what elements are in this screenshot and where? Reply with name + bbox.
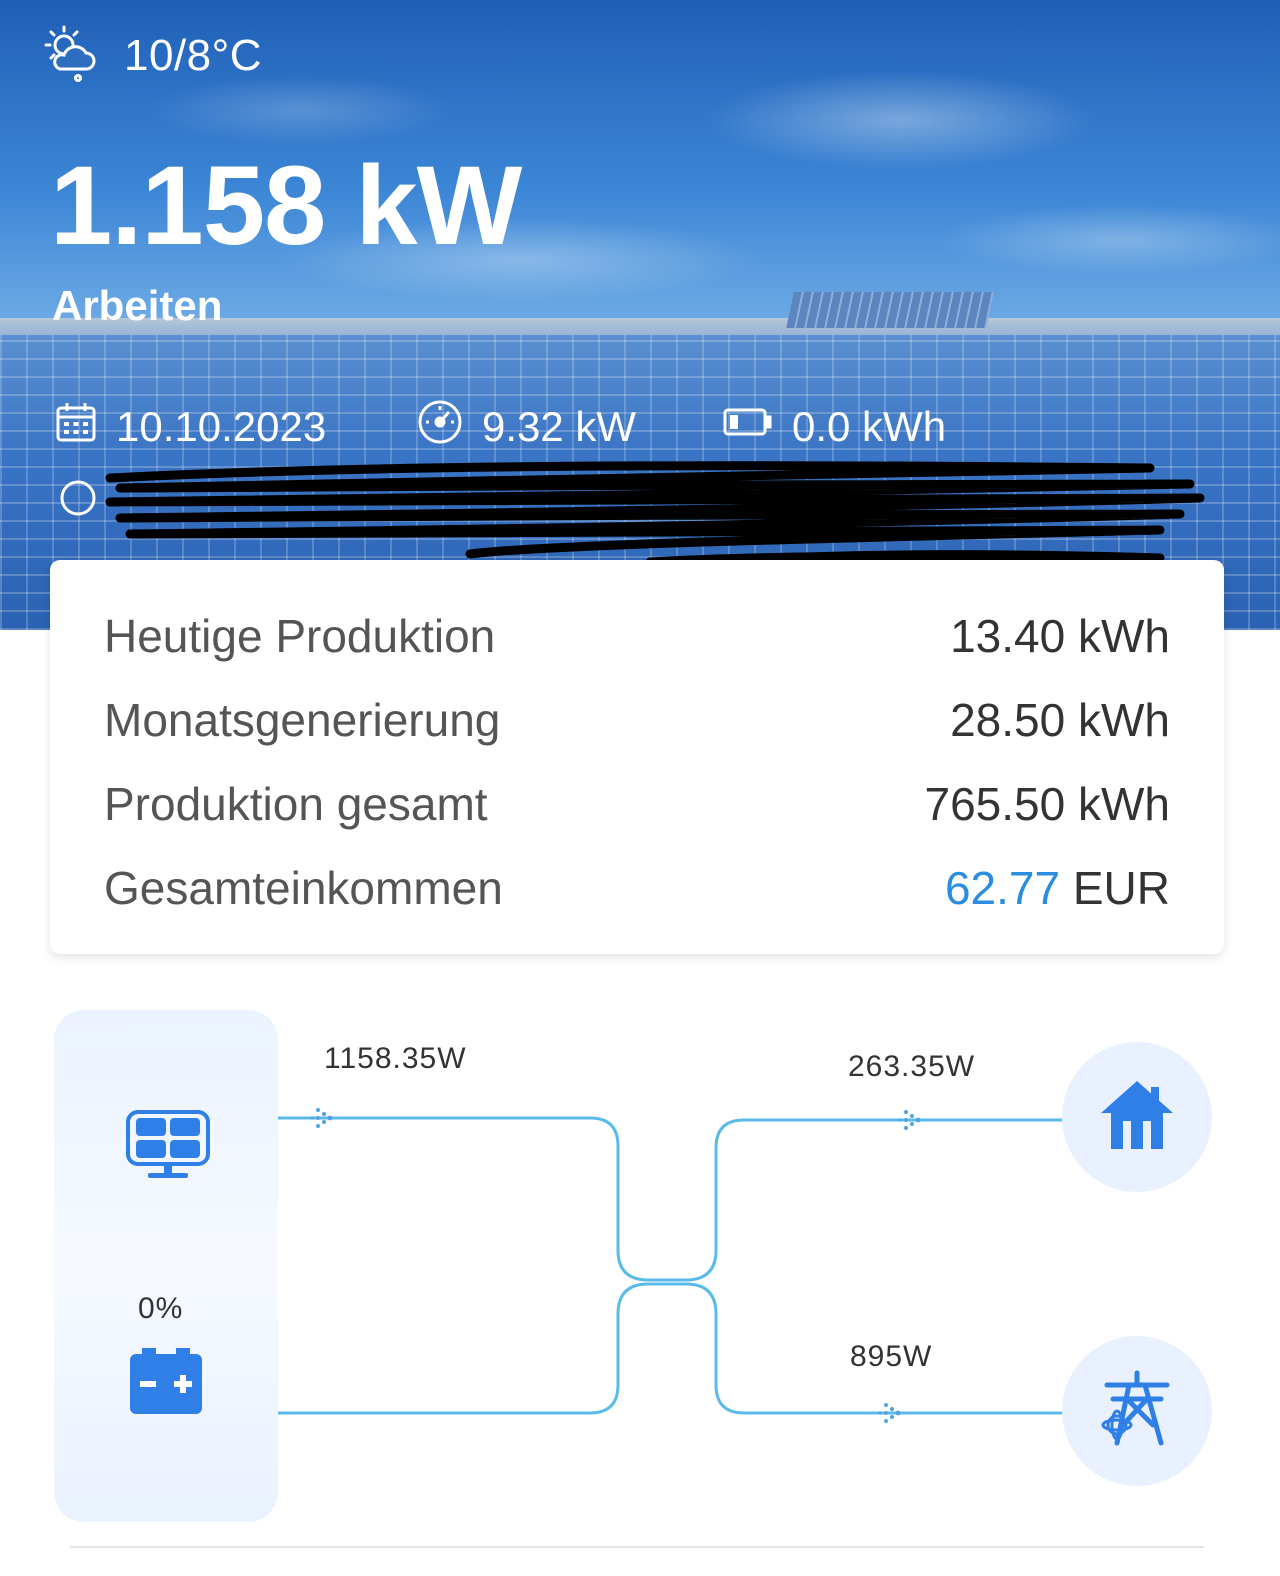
- energy-flow-diagram: [126, 1108, 1065, 1423]
- home-node[interactable]: [1062, 1042, 1212, 1192]
- battery-soc-label: 0%: [138, 1292, 184, 1325]
- house-icon: [1097, 1077, 1177, 1158]
- grid-node[interactable]: [1062, 1336, 1212, 1486]
- divider: [70, 1546, 1204, 1548]
- home-power-label: 263.35W: [848, 1050, 976, 1083]
- grid-power-label: 895W: [850, 1340, 933, 1373]
- pv-power-label: 1158.35W: [324, 1042, 467, 1075]
- solar-panel-icon: [126, 1110, 210, 1178]
- power-tower-icon: [1097, 1369, 1177, 1454]
- flow-line-battery: [278, 1282, 666, 1415]
- battery-storage-icon: [130, 1348, 202, 1414]
- flow-line-home: [666, 1118, 1065, 1282]
- flow-line-pv: [278, 1116, 666, 1282]
